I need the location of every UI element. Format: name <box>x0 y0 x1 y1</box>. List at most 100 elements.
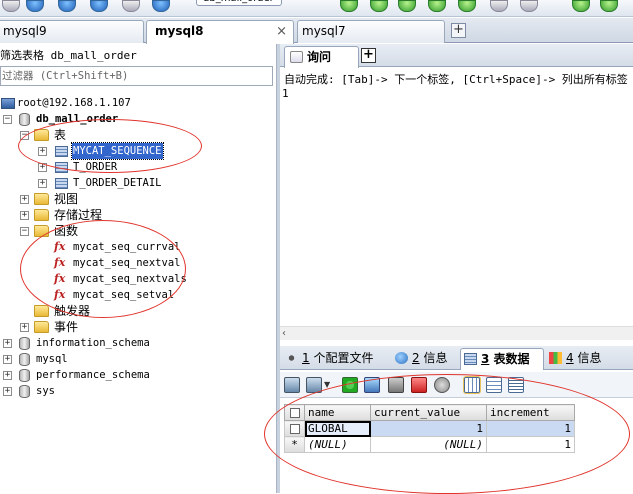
tree-function[interactable]: fx mycat_seq_setval <box>0 287 200 303</box>
add-query-tab-button[interactable]: + <box>361 48 376 63</box>
tree-table[interactable]: + MYCAT_SEQUENCE <box>0 142 200 160</box>
editor-horizontal-scrollbar[interactable]: ‹ <box>280 326 633 340</box>
tree-database[interactable]: + mysql <box>0 351 200 367</box>
expand-icon[interactable]: + <box>20 195 29 204</box>
autocomplete-hint: 自动完成: [Tab]-> 下一个标签, [Ctrl+Space]-> 列出所有… <box>284 73 628 86</box>
close-icon[interactable]: × <box>276 21 287 42</box>
toolbar-icon[interactable] <box>600 0 618 12</box>
cell-current-value[interactable]: (NULL) <box>370 436 487 453</box>
expand-icon[interactable]: + <box>3 355 12 364</box>
scroll-left-icon[interactable]: ‹ <box>282 328 286 339</box>
chart-icon <box>549 352 562 364</box>
result-grid[interactable]: name current_value increment GLOBAL 1 1 … <box>284 404 575 453</box>
tree-table[interactable]: + T_ORDER_DETAIL <box>0 175 200 191</box>
folder-label: 表 <box>54 128 67 142</box>
expand-icon[interactable]: + <box>3 371 12 380</box>
expand-icon[interactable]: + <box>3 339 12 348</box>
tree-folder-procedures[interactable]: + 存储过程 <box>0 207 200 223</box>
tree-folder-tables[interactable]: − 表 <box>0 127 200 143</box>
tree-function[interactable]: fx mycat_seq_currval <box>0 239 200 255</box>
tree-folder-events[interactable]: + 事件 <box>0 319 200 335</box>
table-data-icon <box>464 353 477 365</box>
tree-function[interactable]: fx mycat_seq_nextval <box>0 255 200 271</box>
filter-input[interactable]: 过滤器 (Ctrl+Shift+B) <box>0 66 273 86</box>
import-icon[interactable] <box>306 377 322 393</box>
table-row-new[interactable]: * (NULL) (NULL) 1 <box>284 436 575 453</box>
column-header-name[interactable]: name <box>304 404 371 421</box>
toolbar-icon[interactable] <box>90 0 108 12</box>
expand-icon[interactable]: + <box>38 179 47 188</box>
add-row-icon[interactable] <box>342 377 358 393</box>
expand-icon[interactable]: + <box>20 211 29 220</box>
select-all-checkbox[interactable] <box>284 404 305 421</box>
connection-selector[interactable]: db_mall_order <box>196 0 282 6</box>
cancel-icon[interactable] <box>434 377 450 393</box>
tree-folder-functions[interactable]: − 函数 <box>0 223 200 239</box>
toolbar-icon[interactable] <box>58 0 76 12</box>
tab-info-2[interactable]: 4 信息 <box>546 348 616 370</box>
expand-icon[interactable]: + <box>38 163 47 172</box>
cell-name[interactable]: (NULL) <box>304 436 371 453</box>
query-editor[interactable] <box>292 86 632 324</box>
cell-increment[interactable]: 1 <box>486 436 575 453</box>
tab-mysql8[interactable]: mysql8 × <box>146 20 294 44</box>
toolbar-icon[interactable] <box>490 0 508 12</box>
duplicate-row-icon[interactable] <box>364 377 380 393</box>
line-number: 1 <box>282 87 289 100</box>
tree-table[interactable]: + T_ORDER <box>0 159 200 175</box>
toolbar-icon[interactable] <box>428 0 446 12</box>
column-header-current-value[interactable]: current_value <box>370 404 487 421</box>
checkmark-icon[interactable] <box>572 0 590 12</box>
toolbar-icon[interactable] <box>26 0 44 12</box>
expand-icon[interactable]: + <box>38 147 47 156</box>
export-icon[interactable] <box>284 377 300 393</box>
collapse-icon[interactable]: − <box>3 115 12 124</box>
cell-name[interactable]: GLOBAL <box>304 420 371 437</box>
tree-database[interactable]: − db_mall_order <box>0 111 200 127</box>
tree-folder-views[interactable]: + 视图 <box>0 191 200 207</box>
tree-database[interactable]: + performance_schema <box>0 367 200 383</box>
tree-database[interactable]: + information_schema <box>0 335 200 351</box>
tab-profiles[interactable]: 1 个配置文件 <box>282 348 380 370</box>
tab-table-data[interactable]: 3 表数据 <box>460 348 544 370</box>
tab-label: 信息 <box>577 351 602 365</box>
cell-increment[interactable]: 1 <box>486 420 575 437</box>
collapse-icon[interactable]: − <box>20 131 29 140</box>
tab-mysql9[interactable]: mysql9 <box>0 20 144 43</box>
tree-function[interactable]: fx mycat_seq_nextvals <box>0 271 200 287</box>
filter-label: 筛选表格 db_mall_order <box>0 49 137 62</box>
table-row[interactable]: GLOBAL 1 1 <box>284 420 575 437</box>
object-browser: 筛选表格 db_mall_order 过滤器 (Ctrl+Shift+B) ro… <box>0 44 276 493</box>
toolbar-icon[interactable] <box>520 0 538 12</box>
text-view-icon[interactable] <box>508 377 524 393</box>
function-icon: fx <box>54 240 66 253</box>
tree-folder-triggers[interactable]: 触发器 <box>0 303 200 319</box>
tab-query[interactable]: 询问 <box>284 46 359 68</box>
toolbar-icon[interactable] <box>398 0 416 12</box>
form-view-icon[interactable] <box>486 377 502 393</box>
save-icon[interactable] <box>388 377 404 393</box>
toolbar-icon[interactable] <box>340 0 358 12</box>
add-connection-button[interactable]: + <box>451 23 466 38</box>
database-label: mysql <box>36 353 68 365</box>
folder-icon <box>34 209 49 221</box>
toolbar-icon[interactable] <box>458 0 476 12</box>
tree-database[interactable]: + sys <box>0 383 200 399</box>
toolbar-icon[interactable] <box>122 0 140 12</box>
tab-info[interactable]: 2 信息 <box>392 348 456 370</box>
toolbar-icon[interactable] <box>2 0 20 12</box>
dropdown-icon[interactable]: ▼ <box>324 377 332 393</box>
grid-view-icon[interactable] <box>463 376 481 394</box>
toolbar-icon[interactable] <box>370 0 388 12</box>
tab-mysql7[interactable]: mysql7 <box>297 20 445 43</box>
row-checkbox[interactable] <box>284 420 305 437</box>
delete-icon[interactable] <box>411 377 427 393</box>
tab-label: mysql9 <box>3 24 47 38</box>
collapse-icon[interactable]: − <box>20 227 29 236</box>
expand-icon[interactable]: + <box>3 387 12 396</box>
toolbar-icon[interactable] <box>152 0 170 12</box>
column-header-increment[interactable]: increment <box>486 404 575 421</box>
cell-current-value[interactable]: 1 <box>370 420 487 437</box>
table-label: T_ORDER_DETAIL <box>73 177 162 189</box>
expand-icon[interactable]: + <box>20 323 29 332</box>
